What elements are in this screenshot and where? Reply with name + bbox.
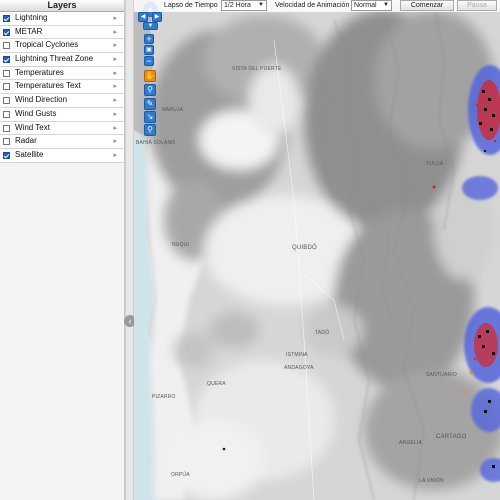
layer-label: Lightning bbox=[15, 13, 48, 22]
map-label: NUQUI bbox=[172, 242, 190, 248]
layer-label: Temperatures Text bbox=[15, 81, 81, 91]
map-label: PIZARRO bbox=[152, 394, 176, 400]
map-label: TULUÁ bbox=[426, 161, 444, 167]
layer-label: Satellite bbox=[15, 149, 44, 159]
checkbox[interactable] bbox=[3, 56, 10, 64]
time-span-select[interactable]: 1/2 Hora ▼ bbox=[221, 0, 267, 11]
satellite-clouds bbox=[149, 10, 500, 500]
chevron-right-icon[interactable]: ▸ bbox=[113, 124, 117, 132]
layer-item-temperatures[interactable]: Temperatures ▸ bbox=[0, 66, 124, 81]
chevron-right-icon[interactable]: ▸ bbox=[113, 82, 117, 90]
chevron-down-icon: ▼ bbox=[258, 2, 264, 8]
chevron-right-icon[interactable]: ▸ bbox=[113, 137, 117, 145]
map-label: ORPÚA bbox=[171, 472, 190, 478]
checkbox[interactable] bbox=[3, 138, 10, 146]
layer-label: METAR bbox=[15, 26, 43, 36]
checkbox[interactable] bbox=[3, 42, 10, 50]
time-span-value: 1/2 Hora bbox=[224, 2, 251, 9]
layer-item-tropical-cyclones[interactable]: Tropical Cyclones ▸ bbox=[0, 39, 124, 54]
layer-item-metar[interactable]: METAR ▸ bbox=[0, 25, 124, 40]
map-label: NARUJA bbox=[162, 107, 184, 113]
map-canvas bbox=[134, 0, 500, 500]
pan-left-icon[interactable]: ◀ bbox=[138, 12, 148, 22]
animation-toolbar: Lapso de Tiempo 1/2 Hora ▼ Velocidad de … bbox=[134, 0, 500, 12]
map-label: LA UNIÓN bbox=[419, 478, 444, 484]
hand-pan-icon[interactable]: ✋ bbox=[144, 70, 156, 82]
chevron-right-icon[interactable]: ▸ bbox=[113, 55, 117, 63]
layer-label: Lightning Threat Zone bbox=[15, 54, 94, 64]
map-label: TADÓ bbox=[315, 330, 330, 336]
panel-splitter[interactable]: ‹ bbox=[124, 0, 136, 500]
map-label: ANDAGOYA bbox=[284, 365, 314, 371]
checkbox[interactable] bbox=[3, 83, 10, 91]
layer-label: Wind Gusts bbox=[15, 108, 57, 118]
layer-label: Wind Direction bbox=[15, 95, 68, 105]
map-label: CARTAGO bbox=[436, 434, 467, 440]
layers-panel-title: Layers bbox=[0, 0, 124, 12]
time-span-label: Lapso de Tiempo bbox=[164, 2, 218, 9]
animation-speed-value: Normal bbox=[354, 2, 377, 9]
checkbox[interactable] bbox=[3, 28, 10, 36]
animation-speed-label: Velocidad de Animación bbox=[275, 2, 350, 9]
start-button[interactable]: Comenzar bbox=[400, 0, 454, 11]
chevron-right-icon[interactable]: ▸ bbox=[113, 28, 117, 36]
layer-item-satellite[interactable]: Satellite ▸ bbox=[0, 148, 124, 163]
pan-right-icon[interactable]: ▶ bbox=[152, 12, 162, 22]
layer-label: Tropical Cyclones bbox=[15, 40, 79, 50]
zoom-extent-icon[interactable]: ▣ bbox=[144, 45, 154, 55]
map-label: QUERA bbox=[207, 381, 226, 387]
layer-label: Radar bbox=[15, 136, 37, 146]
map-label: ISTMINA bbox=[286, 352, 308, 358]
checkbox[interactable] bbox=[3, 110, 10, 118]
animation-speed-select[interactable]: Normal ▼ bbox=[351, 0, 392, 11]
layer-item-wind-gusts[interactable]: Wind Gusts ▸ bbox=[0, 107, 124, 122]
layer-item-temperatures-text[interactable]: Temperatures Text ▸ bbox=[0, 80, 124, 95]
zoom-out-icon[interactable]: − bbox=[144, 56, 154, 66]
chevron-down-icon: ▼ bbox=[383, 2, 389, 8]
checkbox[interactable] bbox=[3, 15, 10, 22]
pause-button[interactable]: Pausa bbox=[457, 0, 497, 11]
zoom-in-icon[interactable]: + bbox=[144, 34, 154, 44]
checkbox[interactable] bbox=[3, 124, 10, 132]
map-label: BAHIA SOLANO bbox=[136, 140, 176, 146]
chevron-right-icon[interactable]: ▸ bbox=[113, 110, 117, 118]
chevron-right-icon[interactable]: ▸ bbox=[113, 96, 117, 104]
layer-item-wind-text[interactable]: Wind Text ▸ bbox=[0, 121, 124, 136]
chevron-right-icon[interactable]: ▸ bbox=[113, 41, 117, 49]
measure-icon[interactable]: ↘ bbox=[144, 111, 156, 123]
layer-item-radar[interactable]: Radar ▸ bbox=[0, 135, 124, 149]
map-label: VISTA DEL PUERTE bbox=[232, 66, 282, 72]
weather-map[interactable]: VISTA DEL PUERTE NARUJA BAHIA SOLANO QUI… bbox=[134, 0, 500, 500]
magnify-icon[interactable]: ⚲ bbox=[144, 84, 156, 96]
map-label: ARGELIA bbox=[399, 440, 423, 446]
layer-item-lightning[interactable]: Lightning ▸ bbox=[0, 12, 124, 26]
checkbox[interactable] bbox=[3, 69, 10, 77]
zoom-window-icon[interactable]: ⚲ bbox=[144, 124, 156, 136]
layer-item-wind-direction[interactable]: Wind Direction ▸ bbox=[0, 94, 124, 108]
map-label: QUIBDÓ bbox=[292, 245, 317, 251]
pan-down-icon[interactable]: ▼ bbox=[143, 22, 158, 30]
layer-label: Wind Text bbox=[15, 122, 50, 132]
chevron-right-icon[interactable]: ▸ bbox=[113, 69, 117, 77]
layer-label: Temperatures bbox=[15, 67, 64, 77]
chevron-right-icon[interactable]: ▸ bbox=[113, 151, 117, 159]
layer-item-lightning-threat-zone[interactable]: Lightning Threat Zone ▸ bbox=[0, 53, 124, 67]
layers-panel: Layers Lightning ▸ METAR ▸ Tropical Cycl… bbox=[0, 0, 125, 500]
checkbox[interactable] bbox=[3, 151, 10, 159]
chevron-right-icon[interactable]: ▸ bbox=[113, 14, 117, 22]
map-label: SANTUARIO bbox=[426, 372, 457, 378]
checkbox[interactable] bbox=[3, 97, 10, 105]
pencil-draw-icon[interactable]: ✎ bbox=[144, 98, 156, 110]
